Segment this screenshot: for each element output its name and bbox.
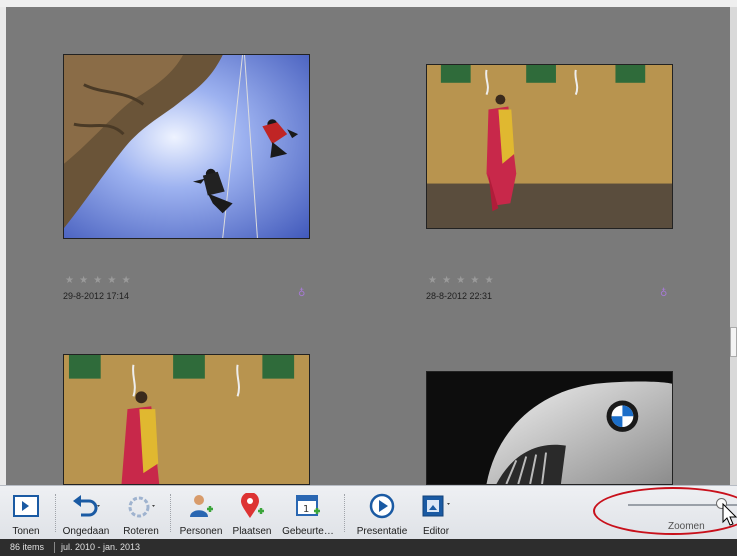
tonen-button[interactable]: Tonen	[6, 492, 46, 537]
editor-button[interactable]: Editor	[416, 492, 456, 537]
undo-button[interactable]: Ongedaan	[58, 492, 114, 537]
tonen-label: Tonen	[12, 526, 40, 537]
toolbar-separator	[170, 494, 171, 532]
rating-stars[interactable]: ★ ★ ★ ★ ★	[65, 275, 132, 286]
rotate-button[interactable]: Roteren	[119, 492, 163, 537]
events-button[interactable]: 1 Gebeurte…	[279, 492, 337, 537]
events-label: Gebeurte…	[282, 526, 334, 537]
toolbar-separator	[344, 494, 345, 532]
photo-thumbnail-climbers[interactable]	[63, 54, 310, 239]
status-bar: 86 items jul. 2010 - jan. 2013	[0, 539, 737, 556]
presentation-label: Presentatie	[356, 526, 408, 537]
photo-date: 28-8-2012 22:31	[426, 291, 493, 301]
people-button[interactable]: Personen	[176, 492, 226, 537]
places-label: Plaatsen	[232, 526, 272, 537]
presentation-button[interactable]: Presentatie	[351, 492, 413, 537]
photo-date: 29-8-2012 17:14	[63, 291, 130, 301]
rotate-icon	[128, 496, 155, 518]
toolbar-separator	[55, 494, 56, 532]
editor-label: Editor	[422, 526, 450, 537]
status-divider	[54, 542, 55, 553]
places-button[interactable]: Plaatsen	[230, 492, 274, 537]
mouse-cursor-icon	[722, 503, 737, 526]
play-icon	[369, 493, 395, 519]
svg-text:1: 1	[303, 504, 309, 515]
show-panel-icon	[13, 495, 39, 517]
rating-stars[interactable]: ★ ★ ★ ★ ★	[428, 275, 495, 286]
tag-icon[interactable]: ♁	[660, 288, 667, 299]
bmw-car-image	[427, 372, 672, 484]
woman-wall-image	[427, 65, 672, 228]
top-strip	[0, 0, 737, 7]
item-count: 86 items	[10, 542, 45, 552]
photo-thumbnail-bmw[interactable]	[426, 371, 673, 485]
woman-wall-2-image	[64, 355, 309, 484]
scrollbar-thumb[interactable]	[730, 327, 737, 357]
photo-grid: ★ ★ ★ ★ ★ 29-8-2012 17:14 ♁ ★ ★ ★ ★ ★ 28…	[6, 7, 730, 485]
people-icon	[190, 495, 213, 517]
photo-thumbnail-woman-wall-2[interactable]	[63, 354, 310, 485]
editor-icon	[422, 495, 450, 517]
rotate-label: Roteren	[123, 526, 159, 537]
undo-label: Ongedaan	[62, 526, 110, 537]
tag-icon[interactable]: ♁	[298, 288, 305, 299]
climbers-image	[64, 55, 309, 238]
calendar-icon: 1	[296, 495, 320, 516]
photo-thumbnail-woman-wall[interactable]	[426, 64, 673, 229]
people-label: Personen	[179, 526, 223, 537]
undo-icon	[73, 495, 100, 517]
vertical-scrollbar[interactable]	[730, 7, 737, 485]
location-pin-icon	[241, 493, 264, 518]
date-range: jul. 2010 - jan. 2013	[61, 542, 141, 552]
